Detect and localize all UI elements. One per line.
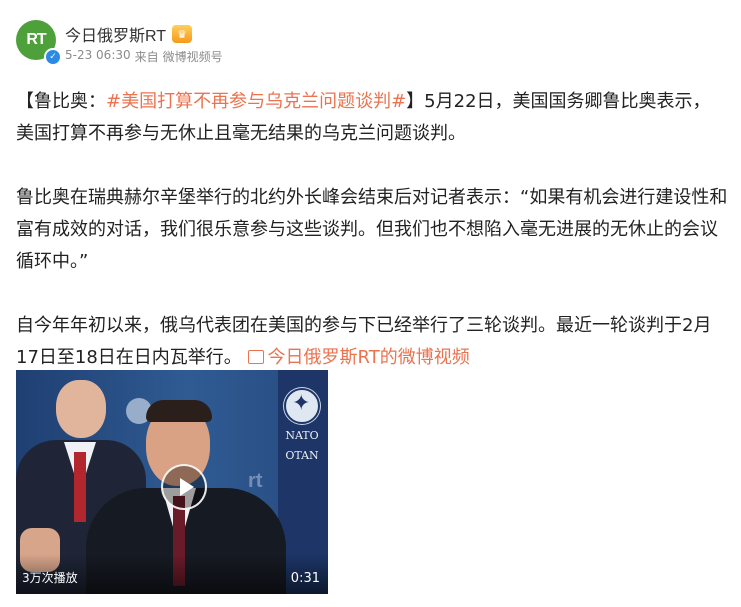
- background-person-tie: [74, 452, 86, 522]
- video-icon: [247, 350, 264, 364]
- paragraph-2: 鲁比奥在瑞典赫尔辛堡举行的北约外长峰会结束后对记者表示：“如果有机会进行建设性和…: [16, 187, 728, 272]
- video-link-label: 今日俄罗斯RT的微博视频: [267, 347, 470, 368]
- post-content: 【鲁比奥：#美国打算不再参与乌克兰问题谈判#】5月22日，美国国务卿鲁比奥表示，…: [16, 86, 728, 406]
- avatar-text: RT: [26, 31, 46, 48]
- paragraph-1: 【鲁比奥：#美国打算不再参与乌克兰问题谈判#】5月22日，美国国务卿鲁比奥表示，…: [16, 86, 728, 150]
- bracket-open: 【: [16, 91, 34, 112]
- view-count: 3万次播放: [22, 571, 78, 585]
- nato-emblem-icon: [284, 388, 320, 424]
- speaker-hair: [146, 400, 212, 422]
- subject-name: 鲁比奥：: [34, 91, 106, 112]
- video-duration: 0:31: [290, 571, 320, 586]
- post-source[interactable]: 微博视频号: [163, 48, 223, 65]
- nato-label: NATO: [285, 429, 319, 442]
- post-meta: 5-23 06:30 来自 微博视频号: [65, 48, 223, 65]
- author-name[interactable]: 今日俄罗斯RT: [65, 22, 166, 46]
- author-row: 今日俄罗斯RT ♛: [65, 22, 193, 46]
- nato-banner-text: NATO OTAN: [282, 426, 322, 466]
- verified-badge-icon: ✓: [44, 48, 62, 66]
- crown-icon[interactable]: ♛: [172, 25, 193, 43]
- post-header: RT ✓ 今日俄罗斯RT ♛ 5-23 06:30 来自 微博视频号: [16, 14, 716, 66]
- video-link[interactable]: 今日俄罗斯RT的微博视频: [247, 347, 470, 368]
- hashtag-link[interactable]: #美国打算不再参与乌克兰问题谈判#: [106, 91, 406, 112]
- paragraph-3: 自今年年初以来，俄乌代表团在美国的参与下已经举行了三轮谈判。最近一轮谈判于2月1…: [16, 310, 728, 374]
- otan-label: OTAN: [285, 449, 319, 462]
- play-icon[interactable]: [161, 464, 207, 510]
- background-person-head: [56, 380, 106, 438]
- rt-watermark: rt: [248, 470, 263, 492]
- from-label: 来自: [134, 50, 159, 64]
- video-player[interactable]: NATO OTAN rt 3万次播放 0:31: [16, 370, 328, 594]
- post-time[interactable]: 5-23 06:30: [65, 48, 131, 65]
